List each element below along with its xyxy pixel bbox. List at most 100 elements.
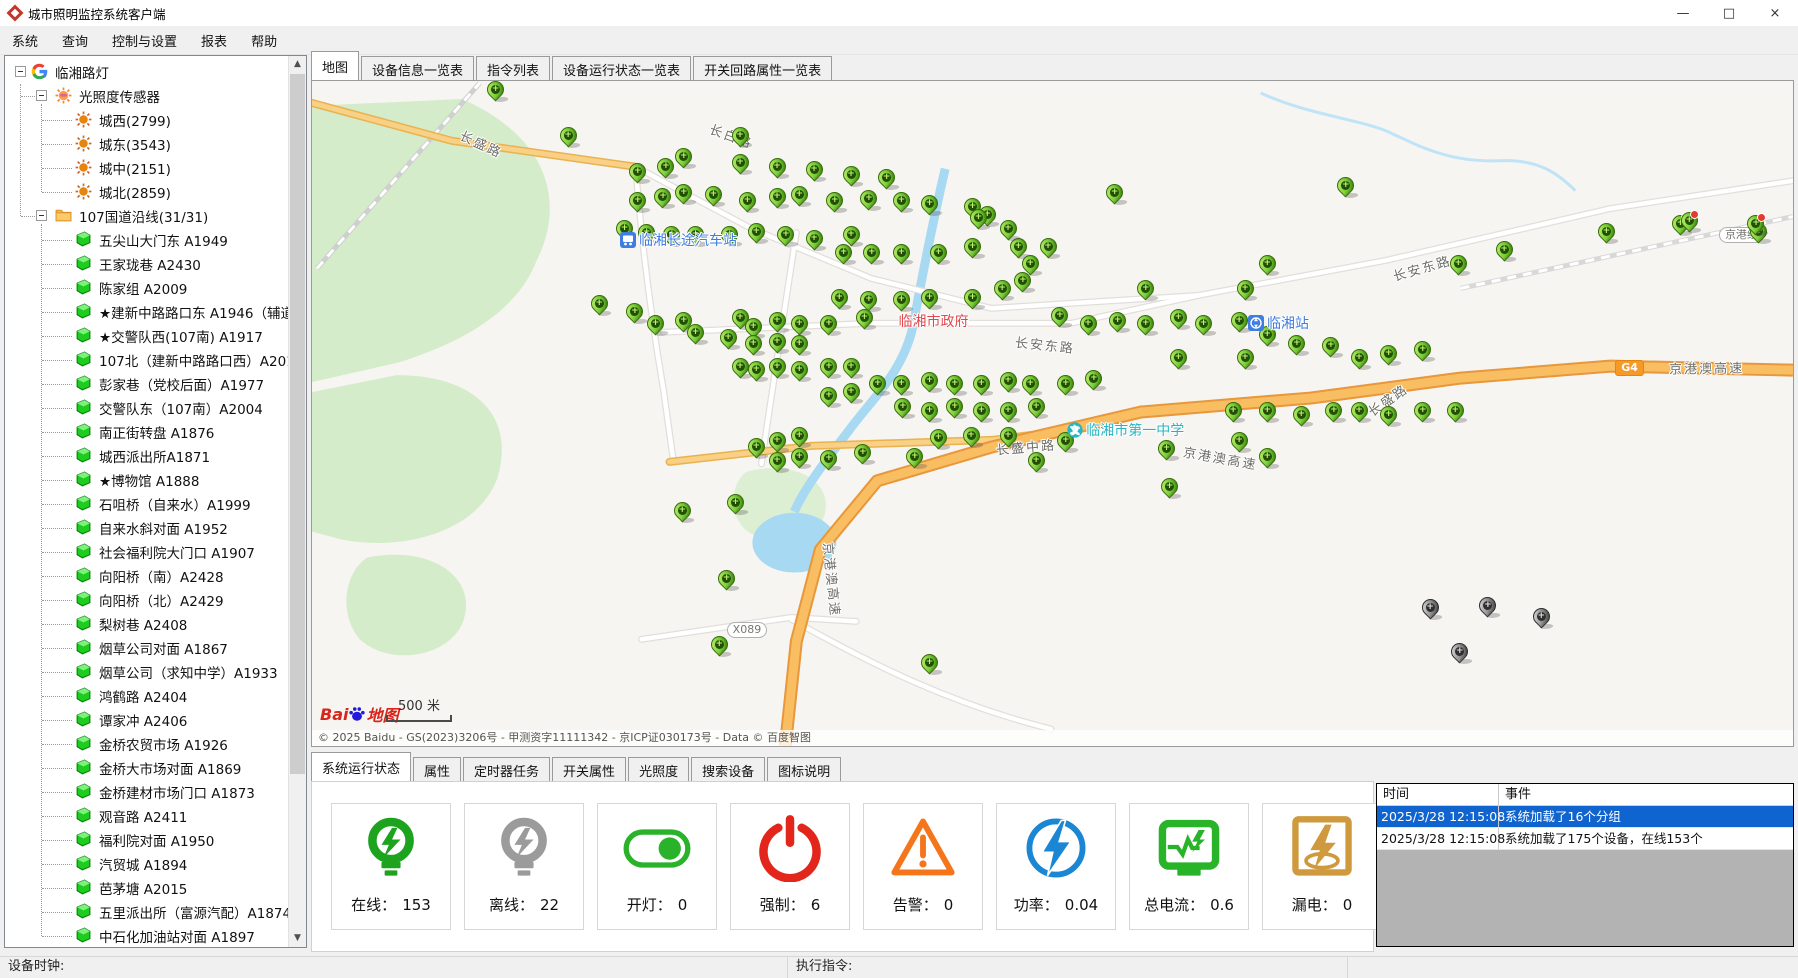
tree-item-label: 烟草公司（求知中学）A1933 (97, 661, 280, 683)
map-tab-2[interactable]: 指令列表 (476, 56, 550, 81)
tree-item-device[interactable]: 鸿鹤路 A2404 (5, 684, 289, 708)
current-icon (1155, 814, 1223, 882)
bottom-tab-6[interactable]: 图标说明 (767, 757, 841, 782)
tree-item-device[interactable]: 五尖山大门东 A1949 (5, 228, 289, 252)
event-log-row[interactable]: 2025/3/28 12:15:08系统加载了16个分组 (1377, 806, 1793, 828)
bottom-tab-0[interactable]: 系统运行状态 (311, 752, 411, 781)
dev-icon (75, 471, 92, 488)
tree-item-label: 五里派出所（富源汽配）A1874 (97, 901, 289, 923)
scroll-down-icon[interactable]: ▼ (289, 930, 306, 947)
poi-label[interactable]: 临湘长途汽车站 (620, 230, 737, 250)
poi-label[interactable]: 临湘站 (1248, 313, 1309, 333)
event-log-header: 时间 事件 (1377, 784, 1793, 806)
menu-item[interactable]: 控制与设置 (100, 27, 189, 54)
map-tab-1[interactable]: 设备信息一览表 (361, 56, 474, 81)
tree-item-device[interactable]: 芭茅塘 A2015 (5, 876, 289, 900)
tree-item-device[interactable]: 五里派出所（富源汽配）A1874 (5, 900, 289, 924)
tree-item-device[interactable]: 陈家组 A2009 (5, 276, 289, 300)
tree-item-sensor[interactable]: 城东(3543) (5, 132, 289, 156)
map-tab-0[interactable]: 地图 (311, 51, 359, 80)
tree-item-device[interactable]: 向阳桥（北）A2429 (5, 588, 289, 612)
map-canvas[interactable]: ++++++++++++++++++++++++++++++++++++++++… (311, 80, 1794, 747)
status-bar: 设备时钟: 执行指令: (0, 956, 1798, 978)
tree-item-sensor[interactable]: 城西(2799) (5, 108, 289, 132)
tree-expander-icon[interactable] (36, 90, 47, 101)
g-icon (31, 63, 48, 80)
device-tree-panel: 临湘路灯光照度传感器城西(2799)城东(3543)城中(2151)城北(285… (4, 55, 307, 948)
tree-item-device[interactable]: 金桥农贸市场 A1926 (5, 732, 289, 756)
tree-item-device[interactable]: 金桥建材市场门口 A1873 (5, 780, 289, 804)
window-controls: — □ × (1660, 0, 1798, 26)
tree-expander-icon[interactable] (15, 66, 26, 77)
tree-item-label: 福利院对面 A1950 (97, 829, 216, 851)
tree-item-device[interactable]: 烟草公司对面 A1867 (5, 636, 289, 660)
poi-label[interactable]: 文临湘市第一中学 (1067, 420, 1184, 440)
tree-item-device[interactable]: 王家珑巷 A2430 (5, 252, 289, 276)
bottom-tab-5[interactable]: 搜索设备 (691, 757, 765, 782)
poi-label[interactable]: 临湘市政府 (898, 311, 968, 331)
tree-item-device[interactable]: 向阳桥（南）A2428 (5, 564, 289, 588)
dev-icon (75, 567, 92, 584)
close-button[interactable]: × (1752, 0, 1798, 26)
tree-item-device[interactable]: 福利院对面 A1950 (5, 828, 289, 852)
tree-item-device[interactable]: 石咀桥（自来水）A1999 (5, 492, 289, 516)
tree-item-device[interactable]: 汽贸城 A1894 (5, 852, 289, 876)
bottom-tab-4[interactable]: 光照度 (628, 757, 689, 782)
tree-expander-icon[interactable] (36, 210, 47, 221)
event-log-row[interactable]: 2025/3/28 12:15:08系统加载了175个设备，在线153个 (1377, 828, 1793, 850)
card-label: 离线： (489, 896, 534, 914)
tree-group-devices[interactable]: 107国道沿线(31/31) (5, 204, 289, 228)
tree-item-device[interactable]: 彭家巷（党校后面）A1977 (5, 372, 289, 396)
bottom-tab-2[interactable]: 定时器任务 (463, 757, 550, 782)
status-card-offline: 离线：22 (464, 803, 584, 930)
tree-group-sensors[interactable]: 光照度传感器 (5, 84, 289, 108)
tree-item-device[interactable]: 交警队东（107南）A2004 (5, 396, 289, 420)
power-icon (1022, 814, 1090, 882)
dev-icon (75, 519, 92, 536)
menu-item[interactable]: 报表 (189, 27, 239, 54)
tree-root[interactable]: 临湘路灯 (5, 60, 289, 84)
tree-item-label: 社会福利院大门口 A1907 (97, 541, 257, 563)
scroll-up-icon[interactable]: ▲ (289, 56, 306, 73)
card-label: 总电流： (1144, 896, 1204, 914)
bottom-tab-3[interactable]: 开关属性 (552, 757, 626, 782)
tree-item-label: 107北（建新中路路口西）A2014 (97, 349, 289, 371)
scrollbar-thumb[interactable] (290, 74, 305, 774)
tree-item-label: 向阳桥（南）A2428 (97, 565, 226, 587)
tree-item-device[interactable]: 城西派出所A1871 (5, 444, 289, 468)
dev-icon (75, 831, 92, 848)
tree-item-device[interactable]: 南正街转盘 A1876 (5, 420, 289, 444)
dev-icon (75, 663, 92, 680)
dev-icon (75, 855, 92, 872)
tree-item-device[interactable]: 社会福利院大门口 A1907 (5, 540, 289, 564)
tree-item-sensor[interactable]: 城北(2859) (5, 180, 289, 204)
tree-item-device[interactable]: ★交警队西(107南) A1917 (5, 324, 289, 348)
tree-item-device[interactable]: ★博物馆 A1888 (5, 468, 289, 492)
tree-item-sensor[interactable]: 城中(2151) (5, 156, 289, 180)
log-col-time: 时间 (1377, 784, 1499, 805)
tree-item-device[interactable]: ★建新中路路口东 A1946（辅道灯） (5, 300, 289, 324)
maximize-button[interactable]: □ (1706, 0, 1752, 26)
event-text: 系统加载了175个设备，在线153个 (1499, 828, 1793, 849)
tree-item-label: 汽贸城 A1894 (97, 853, 189, 875)
tree-item-device[interactable]: 自来水斜对面 A1952 (5, 516, 289, 540)
menu-item[interactable]: 系统 (0, 27, 50, 54)
menu-item[interactable]: 帮助 (239, 27, 289, 54)
tree-item-device[interactable]: 烟草公司（求知中学）A1933 (5, 660, 289, 684)
bottom-tab-1[interactable]: 属性 (413, 757, 461, 782)
sidebar-scrollbar[interactable]: ▲ ▼ (288, 56, 306, 947)
tree-item-device[interactable]: 梨树巷 A2408 (5, 612, 289, 636)
tree-item-device[interactable]: 谭家冲 A2406 (5, 708, 289, 732)
map-tab-3[interactable]: 设备运行状态一览表 (552, 56, 691, 81)
tree-item-device[interactable]: 观音路 A2411 (5, 804, 289, 828)
tree-item-label: 金桥农贸市场 A1926 (97, 733, 230, 755)
tree-item-device[interactable]: 金桥大市场对面 A1869 (5, 756, 289, 780)
device-clock-field: 设备时钟: (0, 957, 788, 978)
menu-item[interactable]: 查询 (50, 27, 100, 54)
minimize-button[interactable]: — (1660, 0, 1706, 26)
tree-item-device[interactable]: 107北（建新中路路口西）A2014 (5, 348, 289, 372)
tree-item-device[interactable]: 中石化加油站对面 A1897 (5, 924, 289, 947)
map-scale-bar (386, 715, 452, 722)
dev-icon (75, 375, 92, 392)
map-tab-4[interactable]: 开关回路属性一览表 (693, 56, 832, 81)
